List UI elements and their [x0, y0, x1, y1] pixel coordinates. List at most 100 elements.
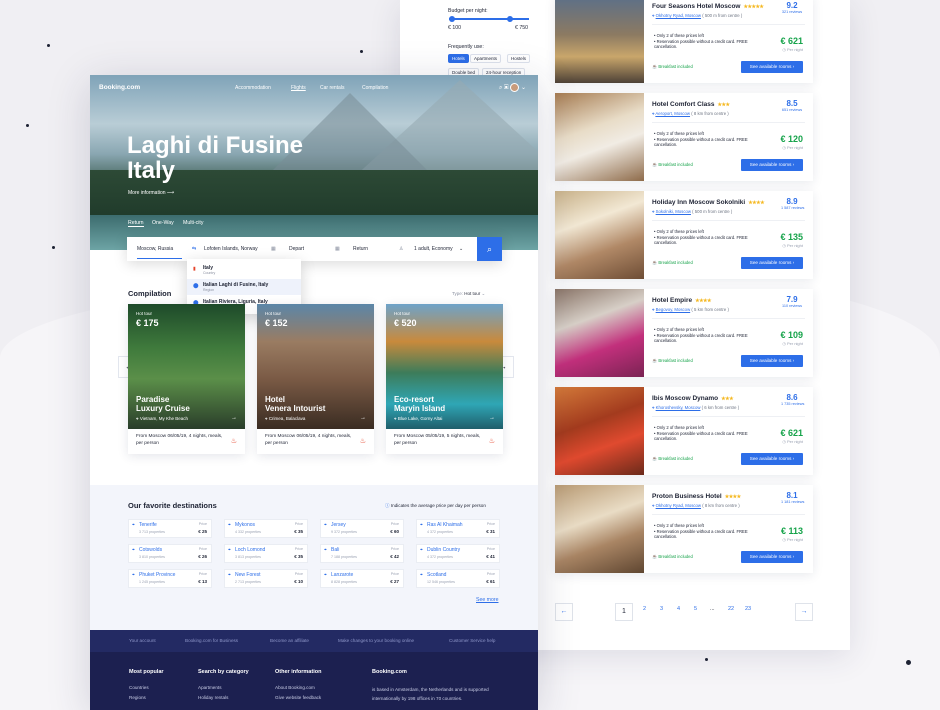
tour-card[interactable]: Hot tour € 152 HotelVenera Intourist ⌖ C… [257, 304, 374, 454]
trip-type-multi-city[interactable]: Multi-city [183, 220, 203, 226]
type-filter[interactable]: Type: Hot tour ⌄ [452, 291, 485, 297]
avatar[interactable] [510, 83, 519, 92]
return-field[interactable]: Return [353, 237, 368, 261]
chip-hotels[interactable]: Hotels [448, 54, 469, 63]
hotel-name[interactable]: Hotel Empire★★★★ [652, 297, 711, 304]
nav-accommodation[interactable]: Accommodation [235, 85, 271, 91]
district-link[interactable]: Aeroport, Moscow [655, 111, 690, 116]
page-1[interactable]: 1 [615, 603, 633, 621]
page-22[interactable]: 22 [728, 606, 734, 612]
hotel-name[interactable]: Ibis Moscow Dynamo★★★ [652, 395, 733, 402]
hotel-name[interactable]: Four Seasons Hotel Moscow★★★★★ [652, 3, 763, 10]
reviews-link[interactable]: 651 reviews [781, 108, 803, 112]
footer-link[interactable]: Countries [129, 685, 149, 690]
reviews-link[interactable]: 110 reviews [781, 304, 803, 308]
footer-link[interactable]: About Booking.com [275, 685, 315, 690]
destination-item[interactable]: ⌖ New Forest 2 713 properties Price € 10 [224, 569, 308, 588]
search-button[interactable]: ⌕ [477, 237, 502, 261]
see-rooms-button[interactable]: See available rooms › [741, 551, 803, 563]
see-rooms-button[interactable]: See available rooms › [741, 453, 803, 465]
hotel-photo[interactable] [555, 485, 644, 573]
nav-compilation[interactable]: Compilation [362, 85, 388, 91]
arrow-right-icon[interactable]: → [360, 415, 366, 421]
page-5[interactable]: 5 [694, 606, 697, 612]
chip-apartments[interactable]: Apartments [470, 54, 501, 63]
hotel-photo[interactable] [555, 191, 644, 279]
tour-card[interactable]: Hot tour € 175 ParadiseLuxury Cruise ⌖ V… [128, 304, 245, 454]
search-icon[interactable]: ⌕ [499, 85, 502, 91]
see-rooms-button[interactable]: See available rooms › [741, 159, 803, 171]
rating-badge: 8.9 1 587 reviews [781, 197, 803, 210]
more-information-link[interactable]: More information ⟶ [128, 190, 174, 196]
hotel-photo[interactable] [555, 387, 644, 475]
arrow-right-icon[interactable]: → [231, 415, 237, 421]
district-link[interactable]: Okhotny Ryad, Moscow [656, 13, 701, 18]
see-rooms-button[interactable]: See available rooms › [741, 257, 803, 269]
footer-link[interactable]: Apartments [198, 685, 222, 690]
hotel-name[interactable]: Hotel Comfort Class★★★ [652, 101, 729, 108]
destination-item[interactable]: ⌖ Scotland 12 546 properties Price € 61 [416, 569, 500, 588]
hotel-photo[interactable] [555, 289, 644, 377]
district-link[interactable]: Sokolniki, Moscow [656, 209, 691, 214]
budget-max-handle[interactable] [507, 16, 513, 22]
destination-item[interactable]: ⌖ Cotswolds 3 810 properties Price € 26 [128, 544, 212, 563]
nav-flights[interactable]: Flights [291, 85, 306, 91]
destination-item[interactable]: ⌖ Dublin Country 4 372 properties Price … [416, 544, 500, 563]
page-2[interactable]: 2 [643, 606, 646, 612]
hotel-photo[interactable] [555, 93, 644, 181]
depart-field[interactable]: Depart [289, 237, 304, 261]
trip-type-one-way[interactable]: One-Way [152, 220, 174, 226]
destination-item[interactable]: ⌖ Jersey 9 372 properties Price € 60 [320, 519, 404, 538]
footer-link[interactable]: Holiday rentals [198, 695, 228, 700]
destination-item[interactable]: ⌖ Phuket Province 1 245 properties Price… [128, 569, 212, 588]
footer-link[interactable]: Become an affiliate [270, 638, 309, 643]
destination-item[interactable]: ⌖ Loch Lomond 3 813 properties Price € 3… [224, 544, 308, 563]
page-23[interactable]: 23 [745, 606, 751, 612]
district-link[interactable]: Begovoy, Moscow [656, 307, 691, 312]
budget-min-handle[interactable] [449, 16, 455, 22]
reviews-link[interactable]: 1 735 reviews [781, 402, 803, 406]
footer-link[interactable]: Booking.com for Business [185, 638, 238, 643]
chevron-down-icon[interactable]: ⌄ [521, 85, 526, 91]
swap-icon[interactable]: ⇆ [192, 237, 196, 261]
reviews-link[interactable]: 321 reviews [781, 10, 803, 14]
destination-item[interactable]: ⌖ Tenerife 3 713 properties Price € 25 [128, 519, 212, 538]
suggestion-item[interactable]: ▮ Italy Country [187, 262, 301, 278]
footer-link[interactable]: Your account [129, 638, 156, 643]
hotel-name[interactable]: Proton Business Hotel★★★★ [652, 493, 741, 500]
district-link[interactable]: Okhotny Ryad, Moscow [656, 503, 701, 508]
see-rooms-button[interactable]: See available rooms › [741, 355, 803, 367]
hotel-photo[interactable] [555, 0, 644, 83]
next-page-button[interactable]: → [795, 603, 813, 621]
footer-link[interactable]: Customer Service help [449, 638, 495, 643]
nav-car-rentals[interactable]: Car rentals [320, 85, 344, 91]
tour-card[interactable]: Hot tour € 520 Eco-resortMaryin Island ⌖… [386, 304, 503, 454]
arrow-right-icon[interactable]: → [489, 415, 495, 421]
footer-link[interactable]: Make changes to your booking online [338, 638, 414, 643]
destination-item[interactable]: ⌖ Lanzarote 8 828 properties Price € 27 [320, 569, 404, 588]
destination-item[interactable]: ⌖ Ras Al Khaimah 4 372 properties Price … [416, 519, 500, 538]
reviews-link[interactable]: 1 181 reviews [781, 500, 803, 504]
page-4[interactable]: 4 [677, 606, 680, 612]
chevron-down-icon[interactable]: ⌄ [459, 237, 463, 261]
district-link[interactable]: Khoroshevsky, Moscow [656, 405, 701, 410]
footer-link[interactable]: Regions [129, 695, 146, 700]
site-logo[interactable]: Booking.com [99, 84, 140, 91]
see-rooms-button[interactable]: See available rooms › [741, 61, 803, 73]
footer-link[interactable]: Give website feedback [275, 695, 321, 700]
bag-icon[interactable]: ▣ [504, 85, 509, 91]
reviews-link[interactable]: 1 587 reviews [781, 206, 803, 210]
budget-slider-track[interactable] [449, 18, 529, 20]
suggestion-item[interactable]: ⬤ Italian Laghi di Fusine, Italy Region [187, 279, 301, 295]
prev-page-button[interactable]: ← [555, 603, 573, 621]
trip-type-return[interactable]: Return [128, 220, 144, 227]
destination-item[interactable]: ⌖ Mykonos 4 332 properties Price € 35 [224, 519, 308, 538]
page-3[interactable]: 3 [660, 606, 663, 612]
hotel-name[interactable]: Holiday Inn Moscow Sokolniki★★★★ [652, 199, 764, 206]
see-more-link[interactable]: See more [476, 597, 499, 603]
from-field[interactable]: Moscow, Russia [137, 239, 182, 259]
destination-item[interactable]: ⌖ Bali 7 188 properties Price € 42 [320, 544, 404, 563]
chip-hostels[interactable]: Hostels [507, 54, 530, 63]
guests-field[interactable]: 1 adult, Economy [414, 237, 453, 261]
to-field[interactable]: Lofoten Islands, Norway [204, 237, 258, 261]
